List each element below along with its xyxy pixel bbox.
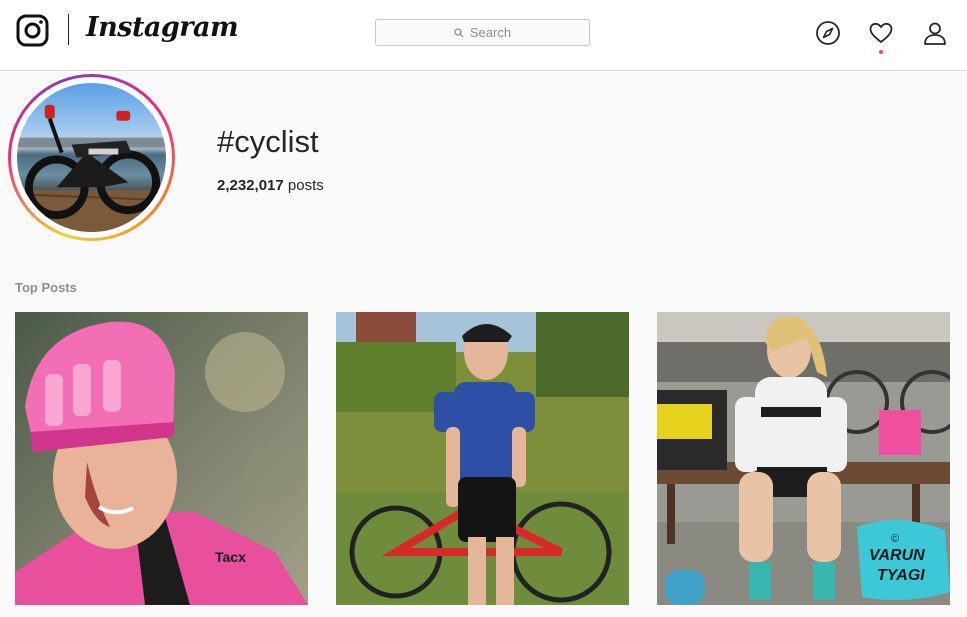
top-posts-heading: Top Posts bbox=[15, 280, 77, 295]
svg-text:VARUN: VARUN bbox=[869, 547, 925, 564]
post-cyclist-pink-helmet[interactable]: Tacx bbox=[15, 312, 308, 605]
instagram-wordmark[interactable]: Instagram bbox=[86, 12, 239, 43]
heart-icon[interactable] bbox=[868, 20, 894, 46]
top-navigation-bar: Instagram Search bbox=[0, 0, 967, 71]
post-count-label: posts bbox=[287, 177, 324, 194]
hashtag-title: #cyclist bbox=[217, 124, 319, 159]
svg-text:Tacx: Tacx bbox=[215, 549, 246, 565]
compass-icon[interactable] bbox=[815, 20, 841, 46]
post-count-value: 2,232,017 bbox=[217, 177, 284, 194]
post-cyclist-blue-jersey[interactable] bbox=[336, 312, 629, 605]
user-icon[interactable] bbox=[922, 20, 948, 46]
search-icon bbox=[454, 27, 464, 38]
svg-text:TYAGI: TYAGI bbox=[877, 567, 925, 584]
instagram-logo-icon[interactable] bbox=[16, 14, 49, 47]
logo-divider bbox=[68, 14, 69, 45]
svg-text:©: © bbox=[891, 533, 899, 545]
search-input[interactable]: Search bbox=[375, 19, 590, 46]
watermark-logo: VARUN TYAGI © bbox=[857, 520, 950, 601]
notification-dot bbox=[879, 50, 883, 54]
post-count: 2,232,017 posts bbox=[217, 177, 324, 194]
post-cyclist-white-kit[interactable]: VARUN TYAGI © bbox=[657, 312, 950, 605]
hashtag-avatar bbox=[8, 74, 175, 241]
hashtag-avatar-image bbox=[17, 83, 166, 232]
search-placeholder: Search bbox=[469, 25, 512, 40]
